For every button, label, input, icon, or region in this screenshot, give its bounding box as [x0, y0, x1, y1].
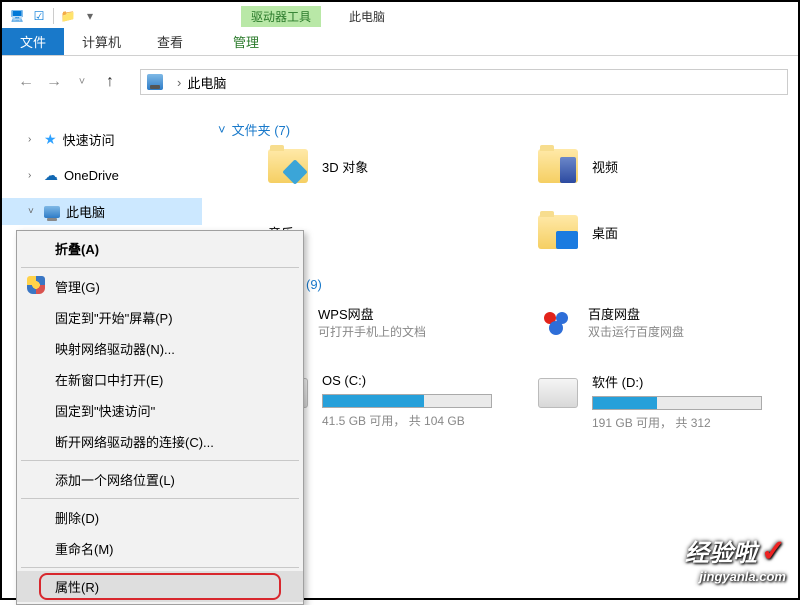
check-icon: ✓ — [761, 535, 786, 568]
checkbox-icon[interactable]: ☑ — [28, 5, 50, 27]
folder-label: 视频 — [592, 157, 618, 176]
nav-up-icon[interactable]: ↑ — [96, 68, 124, 96]
cloud-icon: ☁ — [44, 167, 58, 184]
drive-free-text: 191 GB 可用， 共 312 — [592, 416, 711, 430]
drive-d[interactable]: 软件 (D:) 191 GB 可用， 共 312 — [538, 372, 798, 432]
ribbon-tabs: 文件 计算机 查看 管理 — [2, 30, 798, 56]
tab-view[interactable]: 查看 — [139, 28, 201, 55]
folder-icon — [538, 215, 578, 249]
drive-usage-bar — [592, 396, 762, 410]
folder-videos[interactable]: 视频 — [538, 149, 798, 183]
baidu-icon — [538, 304, 574, 340]
ctx-pin-start[interactable]: 固定到"开始"屏幕(P) — [17, 302, 303, 333]
separator — [53, 8, 54, 24]
separator — [21, 498, 299, 499]
separator — [21, 460, 299, 461]
section-count: (9) — [306, 277, 322, 292]
tab-computer[interactable]: 计算机 — [64, 28, 139, 55]
this-pc-icon — [147, 74, 163, 90]
monitor-icon: 🖥 — [6, 5, 28, 27]
ctx-open-new-window[interactable]: 在新窗口中打开(E) — [17, 364, 303, 395]
chevron-right-icon[interactable]: › — [28, 134, 38, 145]
ctx-label: 管理(G) — [55, 280, 100, 295]
ctx-map-drive[interactable]: 映射网络驱动器(N)... — [17, 333, 303, 364]
folder-3d-objects[interactable]: 3D 对象 — [268, 149, 528, 183]
nav-recent-dropdown-icon[interactable]: ˅ — [68, 68, 96, 96]
item-subtext: 可打开手机上的文档 — [318, 325, 426, 339]
tab-manage[interactable]: 管理 — [215, 28, 277, 55]
ctx-delete[interactable]: 删除(D) — [17, 502, 303, 533]
ctx-properties[interactable]: 属性(R) — [17, 571, 303, 602]
tree-quick-access[interactable]: › ★ 快速访问 — [2, 126, 202, 153]
item-label: 百度网盘 — [588, 304, 684, 323]
folder-label: 桌面 — [592, 223, 618, 242]
item-label: WPS网盘 — [318, 304, 426, 323]
folder-music[interactable]: 音乐 — [268, 215, 528, 249]
watermark: 经验啦✓ jingyanla.com — [685, 533, 786, 584]
ctx-rename[interactable]: 重命名(M) — [17, 533, 303, 564]
nav-back-icon[interactable]: ← — [12, 68, 40, 96]
drive-tools-tab[interactable]: 驱动器工具 — [241, 6, 321, 27]
folder-desktop[interactable]: 桌面 — [538, 215, 798, 249]
drive-icon — [538, 378, 578, 408]
ctx-disconnect[interactable]: 断开网络驱动器的连接(C)... — [17, 426, 303, 457]
address-location: 此电脑 — [187, 73, 226, 92]
item-subtext: 双击运行百度网盘 — [588, 325, 684, 339]
ctx-manage[interactable]: 管理(G) — [17, 271, 303, 302]
watermark-text: 经验啦 — [685, 540, 757, 567]
tree-this-pc[interactable]: ˅ 此电脑 — [2, 198, 202, 225]
titlebar: 🖥 ☑ 📁 ▾ 驱动器工具 此电脑 — [2, 2, 798, 30]
folder-icon — [268, 149, 308, 183]
tree-onedrive[interactable]: › ☁ OneDrive — [2, 163, 202, 188]
section-title: 文件夹 (7) — [232, 120, 291, 139]
folder-label: 3D 对象 — [322, 157, 368, 176]
qat-dropdown-icon[interactable]: ▾ — [79, 5, 101, 27]
chevron-down-icon: ˅ — [218, 122, 226, 137]
folder-icon[interactable]: 📁 — [57, 5, 79, 27]
address-bar[interactable]: › 此电脑 — [140, 69, 788, 95]
chevron-right-icon[interactable]: › — [28, 170, 38, 181]
drive-label: 软件 (D:) — [592, 375, 643, 390]
drive-free-text: 41.5 GB 可用， 共 104 GB — [322, 414, 465, 428]
tree-label: 此电脑 — [66, 202, 105, 221]
folder-icon — [538, 149, 578, 183]
section-header-folders[interactable]: ˅ 文件夹 (7) — [218, 120, 798, 139]
shield-icon — [27, 276, 45, 294]
tab-file[interactable]: 文件 — [2, 28, 64, 55]
nav-forward-icon: → — [40, 68, 68, 96]
item-wps[interactable]: WPS网盘 可打开手机上的文档 — [268, 304, 528, 340]
drive-c[interactable]: OS (C:) 41.5 GB 可用， 共 104 GB — [268, 372, 528, 432]
ctx-add-network-location[interactable]: 添加一个网络位置(L) — [17, 464, 303, 495]
chevron-right-icon[interactable]: › — [177, 75, 181, 90]
section-header-devices[interactable]: (9) — [306, 277, 798, 292]
item-baidu[interactable]: 百度网盘 双击运行百度网盘 — [538, 304, 798, 340]
context-menu: 折叠(A) 管理(G) 固定到"开始"屏幕(P) 映射网络驱动器(N)... 在… — [16, 230, 304, 605]
chevron-down-icon[interactable]: ˅ — [28, 206, 38, 217]
separator — [21, 567, 299, 568]
star-icon: ★ — [44, 131, 57, 148]
ctx-label: 属性(R) — [55, 580, 99, 595]
tree-label: OneDrive — [64, 168, 119, 183]
folder-grid: 3D 对象 视频 音乐 桌面 — [268, 149, 798, 249]
drive-label: OS (C:) — [322, 373, 366, 388]
window-title: 此电脑 — [349, 8, 385, 25]
nav-bar: ← → ˅ ↑ › 此电脑 — [2, 64, 798, 100]
monitor-icon — [44, 206, 60, 218]
ctx-collapse[interactable]: 折叠(A) — [17, 233, 303, 264]
separator — [21, 267, 299, 268]
tree-label: 快速访问 — [63, 130, 115, 149]
app-grid: WPS网盘 可打开手机上的文档 百度网盘 双击运行百度网盘 OS (C:) — [268, 304, 798, 432]
drive-usage-bar — [322, 394, 492, 408]
watermark-url: jingyanla.com — [685, 569, 786, 584]
ctx-pin-quick[interactable]: 固定到"快速访问" — [17, 395, 303, 426]
